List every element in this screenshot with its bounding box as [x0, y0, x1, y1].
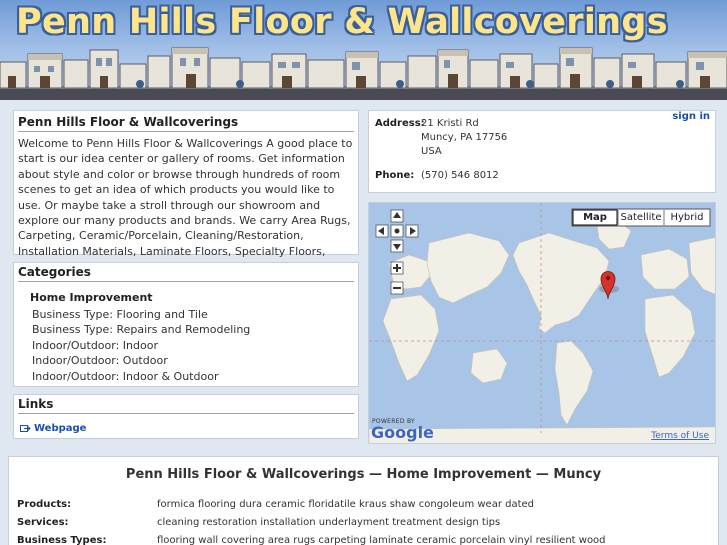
- address-line-1: 21 Kristi Rd: [421, 118, 479, 129]
- category-group-home-improvement: Home Improvement: [30, 291, 153, 304]
- external-link-icon: [20, 425, 31, 432]
- phone-number: (570) 546 8012: [421, 170, 499, 181]
- links-heading: Links: [18, 397, 354, 414]
- map-widget[interactable]: Map Satellite Hybrid POWERED BY Google T…: [368, 202, 716, 444]
- site-title: Penn Hills Floor & Wallcoverings: [16, 2, 668, 42]
- business-types-value: flooring wall covering area rugs carpeti…: [157, 535, 606, 545]
- sign-in-link[interactable]: sign in: [672, 111, 710, 122]
- map-type-hybrid-button[interactable]: Hybrid: [665, 210, 709, 225]
- map-type-map-button[interactable]: Map: [577, 210, 613, 225]
- google-logo: Google: [371, 423, 434, 442]
- categories-heading: Categories: [18, 265, 354, 282]
- products-label: Products:: [17, 499, 72, 510]
- town-skyline-image: [0, 47, 727, 100]
- map-type-satellite-button[interactable]: Satellite: [619, 210, 663, 225]
- about-heading: Penn Hills Floor & Wallcoverings: [18, 115, 354, 132]
- phone-label: Phone:: [375, 170, 415, 181]
- contact-panel: sign in Address: 21 Kristi Rd Muncy, PA 1…: [368, 110, 716, 193]
- address-label: Address:: [375, 118, 425, 129]
- webpage-link[interactable]: Webpage: [18, 423, 86, 434]
- links-panel: Links Webpage: [13, 394, 359, 439]
- site-header: Penn Hills Floor & Wallcoverings: [0, 0, 727, 100]
- webpage-link-label: Webpage: [34, 423, 87, 434]
- address-line-2: Muncy, PA 17756: [421, 132, 508, 143]
- business-summary-panel: Penn Hills Floor & Wallcoverings — Home …: [8, 456, 719, 545]
- categories-panel: Categories Home Improvement Business Typ…: [13, 262, 359, 387]
- about-panel: Penn Hills Floor & Wallcoverings Welcome…: [13, 110, 359, 289]
- category-item: Indoor/Outdoor: Outdoor: [32, 354, 168, 368]
- category-item: Indoor/Outdoor: Indoor: [32, 338, 158, 352]
- address-line-3: USA: [421, 146, 442, 157]
- world-map[interactable]: [369, 203, 716, 444]
- business-types-label: Business Types:: [17, 535, 107, 545]
- category-item: Business Type: Flooring and Tile: [32, 308, 208, 321]
- services-label: Services:: [17, 517, 69, 528]
- products-value: formica flooring dura ceramic floridatil…: [157, 499, 535, 510]
- category-item: Indoor/Outdoor: Indoor & Outdoor: [32, 369, 219, 383]
- summary-heading: Penn Hills Floor & Wallcoverings — Home …: [125, 467, 602, 482]
- terms-of-use-link[interactable]: Terms of Use: [651, 431, 709, 441]
- services-value: cleaning restoration installation underl…: [157, 517, 501, 528]
- category-item: Business Type: Repairs and Remodeling: [32, 323, 251, 337]
